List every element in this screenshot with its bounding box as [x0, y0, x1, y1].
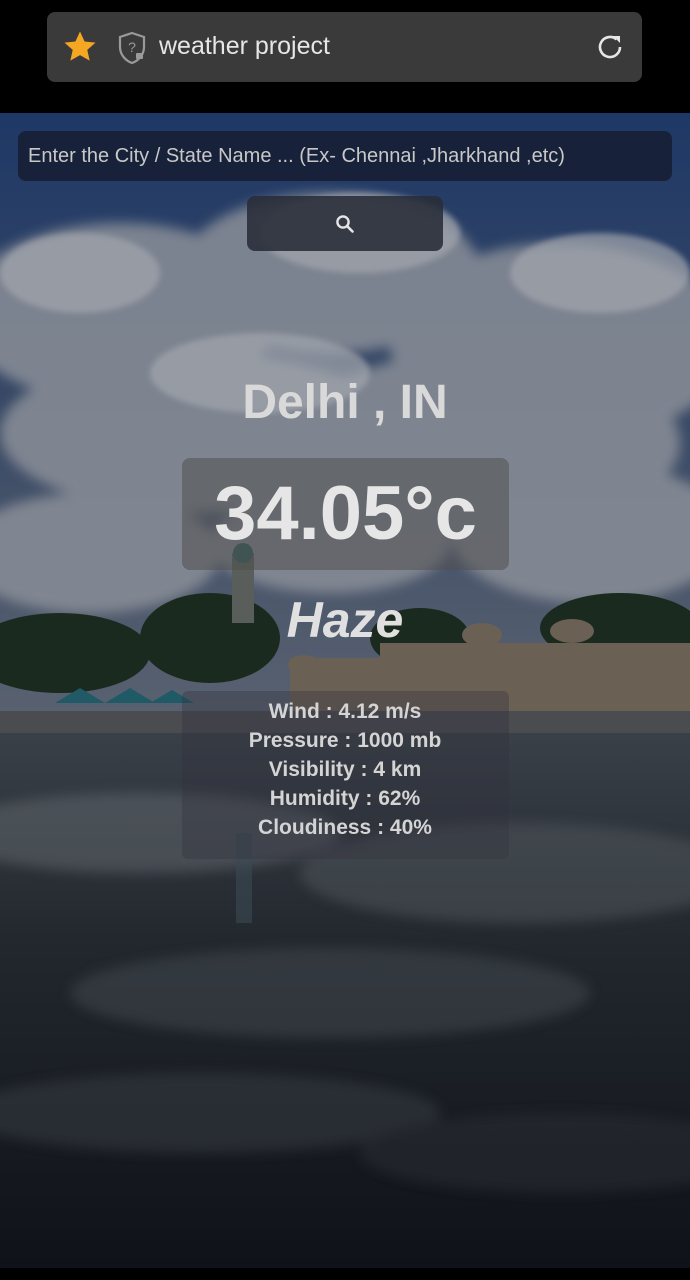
- humidity-detail: Humidity : 62%: [269, 787, 421, 810]
- visibility-detail: Visibility : 4 km: [268, 758, 422, 781]
- page-title[interactable]: weather project: [159, 29, 330, 63]
- temperature-value: 34.05°c: [214, 471, 477, 556]
- address-bar[interactable]: ? weather project: [47, 12, 642, 82]
- star-icon[interactable]: [61, 28, 99, 66]
- wind-detail: Wind : 4.12 m/s: [268, 700, 422, 723]
- bottom-edge: [0, 1268, 690, 1280]
- weather-condition: Haze: [286, 592, 404, 648]
- shield-question-icon[interactable]: ?: [117, 31, 147, 65]
- reload-icon[interactable]: [594, 31, 626, 63]
- pressure-detail: Pressure : 1000 mb: [248, 729, 442, 752]
- browser-toolbar: ? weather project: [0, 0, 690, 113]
- city-name: Delhi , IN: [242, 376, 448, 429]
- city-search-input[interactable]: [18, 131, 672, 181]
- temperature-panel: 34.05°c: [182, 458, 509, 570]
- weather-page: Delhi , IN 34.05°c Haze Wind : 4.12 m/s …: [0, 113, 690, 1268]
- cloudiness-detail: Cloudiness : 40%: [258, 816, 432, 839]
- weather-details: Wind : 4.12 m/s Pressure : 1000 mb Visib…: [0, 697, 690, 842]
- svg-text:?: ?: [128, 39, 136, 55]
- search-button[interactable]: [247, 196, 443, 251]
- search-icon: [336, 215, 354, 233]
